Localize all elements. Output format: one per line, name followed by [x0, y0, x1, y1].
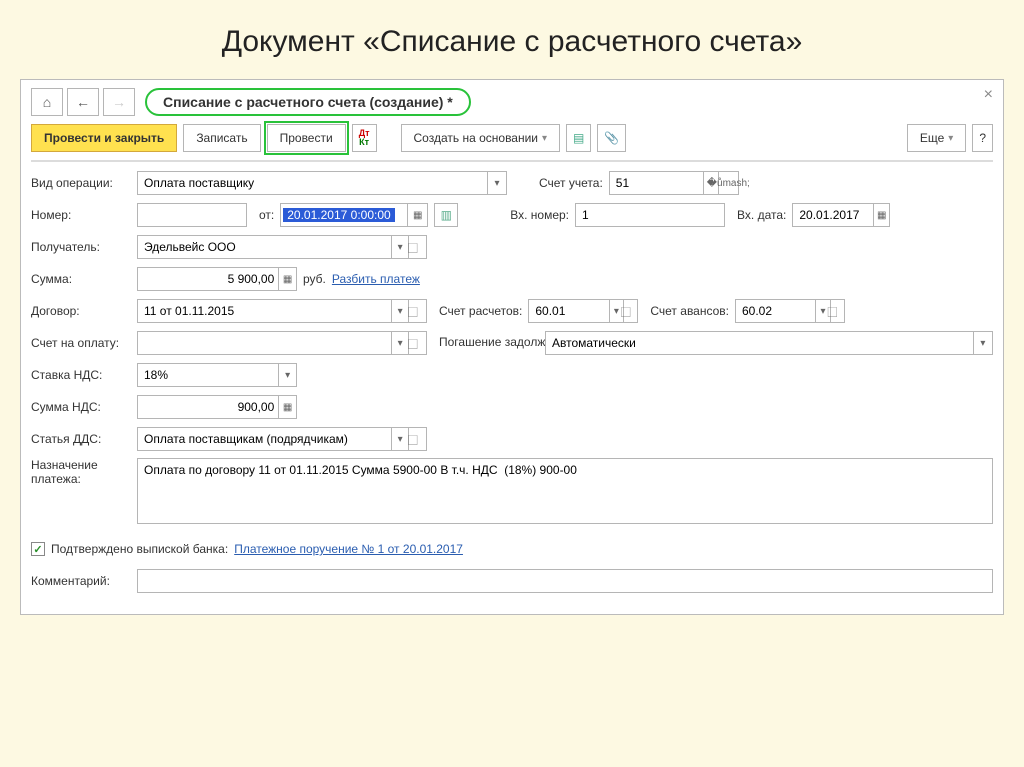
label-invoice: Счет на оплату: [31, 336, 131, 350]
label-vat-sum: Сумма НДС: [31, 400, 131, 414]
dropdown-icon[interactable]: ▾ [487, 172, 506, 194]
label-adv-acct: Счет авансов: [650, 304, 729, 318]
acct-input[interactable] [610, 172, 704, 194]
op-type-input[interactable] [138, 172, 487, 194]
invoice-select[interactable]: ▾ ⃞ [137, 331, 427, 355]
dtkt-button[interactable]: ДтКт [352, 124, 377, 152]
document-title: Списание с расчетного счета (создание) * [145, 88, 471, 116]
form-body: Вид операции: ▾ Счет учета: ▾ �ůmash; Но… [31, 170, 993, 594]
contract-select[interactable]: ▾ ⃞ [137, 299, 427, 323]
open-icon[interactable]: ⃞ [408, 332, 426, 354]
label-acct: Счет учета: [539, 176, 603, 190]
label-number: Номер: [31, 208, 131, 222]
attach-icon-button[interactable]: 📎 [597, 124, 626, 152]
dropdown-icon[interactable]: ▾ [391, 236, 409, 258]
calendar-icon[interactable]: ▦ [873, 204, 889, 226]
create-based-button[interactable]: Создать на основании▾ [401, 124, 561, 152]
in-num-field[interactable] [575, 203, 725, 227]
sum-field[interactable]: ▦ [137, 267, 297, 291]
dropdown-icon[interactable]: ▾ [973, 332, 992, 354]
dropdown-icon[interactable]: ▾ [391, 332, 409, 354]
help-button[interactable]: ? [972, 124, 993, 152]
more-button[interactable]: Еще▾ [907, 124, 966, 152]
in-date-field[interactable]: ▦ [792, 203, 890, 227]
comment-field[interactable] [137, 569, 993, 593]
calc-icon[interactable]: ▦ [278, 396, 296, 418]
open-icon[interactable]: ⃞ [623, 300, 637, 322]
home-button[interactable]: ⌂ [31, 88, 63, 116]
vat-sum-field[interactable]: ▦ [137, 395, 297, 419]
post-and-close-button[interactable]: Провести и закрыть [31, 124, 177, 152]
label-op-type: Вид операции: [31, 176, 131, 190]
acct-select[interactable]: ▾ �ůmash; [609, 171, 739, 195]
label-calc-acct: Счет расчетов: [439, 304, 522, 318]
bank-doc-link[interactable]: Платежное поручение № 1 от 20.01.2017 [234, 542, 463, 556]
calc-acct-select[interactable]: ▾ ⃞ [528, 299, 638, 323]
date-value[interactable]: 20.01.2017 0:00:00 [283, 208, 394, 222]
label-currency: руб. [303, 272, 326, 286]
label-debt: Погашение задолженности: [439, 336, 539, 349]
open-icon[interactable]: ⃞ [408, 236, 426, 258]
confirmed-checkbox[interactable]: ✓ [31, 542, 45, 556]
post-button[interactable]: Провести [267, 124, 346, 152]
label-payee: Получатель: [31, 240, 131, 254]
open-icon[interactable]: ⃞ [408, 300, 426, 322]
date-field[interactable]: 20.01.2017 0:00:00 ▦ [280, 203, 428, 227]
doc-status-icon[interactable]: ▥ [434, 203, 458, 227]
dropdown-icon[interactable]: ▾ [815, 300, 829, 322]
calendar-icon[interactable]: ▦ [407, 204, 427, 226]
back-button[interactable]: ← [67, 88, 99, 116]
open-icon[interactable]: ⃞ [408, 428, 426, 450]
label-contract: Договор: [31, 304, 131, 318]
payee-select[interactable]: ▾ ⃞ [137, 235, 427, 259]
save-button[interactable]: Записать [183, 124, 260, 152]
label-confirmed: Подтверждено выпиской банка: [51, 542, 228, 556]
dds-select[interactable]: ▾ ⃞ [137, 427, 427, 451]
label-vat-rate: Ставка НДС: [31, 368, 131, 382]
vat-rate-select[interactable]: ▾ [137, 363, 297, 387]
split-payment-link[interactable]: Разбить платеж [332, 272, 420, 286]
report-icon-button[interactable]: ▤ [566, 124, 591, 152]
label-from: от: [259, 208, 274, 222]
dropdown-icon[interactable]: ▾ [391, 428, 409, 450]
page-heading: Документ «Списание с расчетного счета» [20, 25, 1004, 59]
forward-button[interactable]: → [103, 88, 135, 116]
dropdown-icon[interactable]: ▾ [391, 300, 409, 322]
label-purpose: Назначение платежа: [31, 458, 131, 487]
label-dds: Статья ДДС: [31, 432, 131, 446]
dropdown-icon[interactable]: ▾ [609, 300, 623, 322]
label-in-date: Вх. дата: [737, 208, 786, 222]
document-window: × ⌂ ← → Списание с расчетного счета (соз… [20, 79, 1004, 615]
toolbar: Провести и закрыть Записать Провести ДтК… [31, 124, 993, 162]
number-field[interactable] [137, 203, 247, 227]
open-icon[interactable]: �ůmash; [718, 172, 738, 194]
close-icon[interactable]: × [984, 86, 993, 104]
nav-row: ⌂ ← → Списание с расчетного счета (созда… [31, 88, 993, 116]
purpose-textarea[interactable]: Оплата по договору 11 от 01.11.2015 Сумм… [137, 458, 993, 524]
adv-acct-select[interactable]: ▾ ⃞ [735, 299, 845, 323]
open-icon[interactable]: ⃞ [830, 300, 844, 322]
op-type-select[interactable]: ▾ [137, 171, 507, 195]
label-in-num: Вх. номер: [510, 208, 569, 222]
debt-select[interactable]: ▾ [545, 331, 993, 355]
dropdown-icon[interactable]: ▾ [278, 364, 296, 386]
calc-icon[interactable]: ▦ [278, 268, 296, 290]
label-comment: Комментарий: [31, 574, 131, 588]
label-sum: Сумма: [31, 272, 131, 286]
